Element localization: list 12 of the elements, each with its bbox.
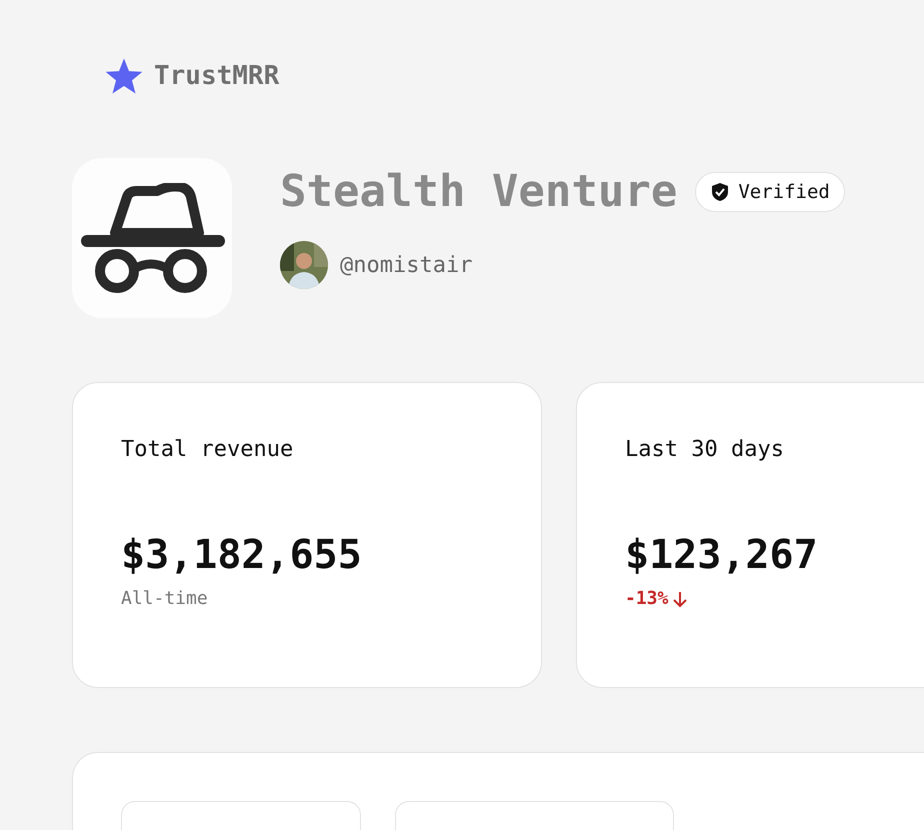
verified-badge: Verified xyxy=(695,172,845,212)
shield-check-icon xyxy=(710,182,730,202)
stat-note: -13% xyxy=(625,588,668,609)
stat-label: Last 30 days xyxy=(625,437,785,462)
stat-note: All-time xyxy=(121,588,208,609)
stat-label: Total revenue xyxy=(121,437,294,462)
brand-name[interactable]: TrustMRR xyxy=(154,61,280,91)
founder-handle[interactable]: @nomistair xyxy=(340,252,472,278)
stat-value: $3,182,655 xyxy=(121,532,363,578)
startup-name: Stealth Venture xyxy=(280,166,678,217)
stat-value: $123,267 xyxy=(625,532,819,578)
star-icon xyxy=(104,56,144,96)
